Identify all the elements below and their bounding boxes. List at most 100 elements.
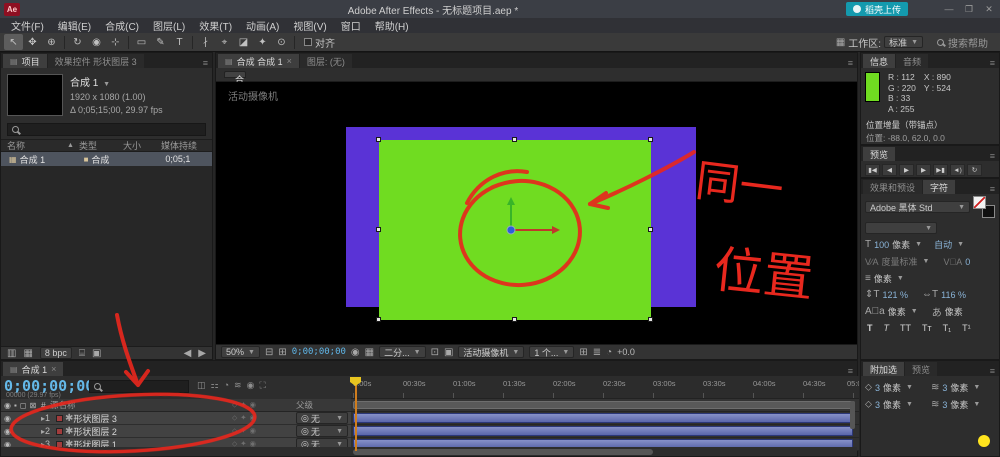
extra-value-cell[interactable]: ≋ 3 像素 ▼	[931, 381, 995, 394]
layer-name[interactable]: 形状图层 2	[73, 425, 232, 438]
label-color-chip[interactable]	[56, 415, 63, 422]
tab-effects-presets[interactable]: 效果和预设	[863, 180, 922, 194]
font-size-value[interactable]: 100	[874, 240, 889, 250]
menu-view[interactable]: 视图(V)	[286, 18, 333, 33]
selection-handle[interactable]	[648, 317, 653, 322]
faux-italic-button[interactable]: T	[882, 323, 892, 333]
breadcrumb[interactable]: 合成 1	[224, 71, 246, 78]
parent-header[interactable]: 父级	[296, 399, 351, 411]
extra-value-cell[interactable]: ≋ 3 像素 ▼	[931, 398, 995, 411]
maximize-button[interactable]: ❐	[962, 4, 976, 15]
menu-edit[interactable]: 编辑(E)	[51, 18, 98, 33]
menu-file[interactable]: 文件(F)	[4, 18, 51, 33]
subscript-button[interactable]: T₁	[941, 323, 954, 333]
panel-menu-icon[interactable]: ≡	[844, 366, 857, 376]
minimize-button[interactable]: —	[942, 4, 956, 14]
tab-info[interactable]: 信息	[863, 54, 895, 68]
align-checkbox[interactable]	[304, 38, 312, 46]
panel-menu-icon[interactable]: ≡	[986, 151, 999, 161]
eye-icon[interactable]: ◉	[4, 427, 11, 436]
small-caps-button[interactable]: Tт	[920, 323, 934, 333]
resolution-select[interactable]: 二分...▼	[379, 346, 425, 358]
puppet-pin-tool[interactable]: ⊙	[272, 34, 291, 50]
horizontal-scale-value[interactable]: 116 %	[941, 290, 966, 300]
vertical-scale-value[interactable]: 121 %	[883, 290, 909, 300]
leading-value[interactable]: 自动	[934, 238, 952, 251]
tab-extra-options[interactable]: 附加选	[863, 362, 904, 376]
zoom-tool[interactable]: ⊕	[42, 34, 61, 50]
close-tab-icon[interactable]: ×	[51, 364, 56, 374]
layer-row-left[interactable]: ◉ ▸ 2 ✱ 形状图层 2 ⬦✦◉ ◎ 无 ▼	[1, 425, 351, 438]
frame-blending-icon[interactable]: ≋	[234, 380, 242, 391]
first-frame-button[interactable]: ▮◀	[865, 164, 880, 176]
motion-blur-icon[interactable]: ◉	[247, 380, 255, 391]
comp-viewport[interactable]: 活动摄像机	[216, 82, 857, 344]
last-frame-button[interactable]: ▶▮	[933, 164, 948, 176]
search-help-label[interactable]: 搜索帮助	[948, 35, 988, 50]
tab-layer-viewer[interactable]: 图层: (无)	[300, 54, 352, 68]
superscript-button[interactable]: T¹	[960, 323, 973, 333]
project-search-input[interactable]	[23, 125, 201, 134]
roi-icon[interactable]: ⊡	[431, 347, 439, 358]
fill-color-swatch[interactable]	[973, 196, 986, 209]
parent-select[interactable]: ◎ 无 ▼	[296, 412, 348, 424]
tracking-value[interactable]: 0	[965, 257, 970, 267]
composition-mini-flowchart-icon[interactable]: ◫	[197, 380, 206, 391]
tab-timeline-comp1[interactable]: ▤ 合成 1 ×	[3, 362, 63, 376]
selection-handle[interactable]	[376, 317, 381, 322]
time-ruler[interactable]: 0:00s 00:30s 01:00s 01:30s 02:00s 02:30s…	[351, 376, 859, 399]
layer-row-left[interactable]: ◉ ▸ 1 ✱ 形状图层 3 ⬦✦◉ ◎ 无 ▼	[1, 412, 351, 425]
clone-stamp-tool[interactable]: ⌖	[215, 34, 234, 50]
source-name-header[interactable]: 源名称	[50, 399, 232, 411]
sort-arrow-icon[interactable]: ▲	[67, 142, 79, 149]
project-row-comp1[interactable]: ▦ 合成 1 ■ 合成 0;05;1	[1, 152, 212, 166]
selection-handle[interactable]	[648, 227, 653, 232]
menu-effect[interactable]: 效果(T)	[192, 18, 239, 33]
fill-stroke-swatches[interactable]	[973, 196, 995, 218]
magnification-select[interactable]: 50%▼	[221, 346, 260, 358]
selection-tool[interactable]: ↖	[4, 34, 23, 50]
pan-behind-tool[interactable]: ⊹	[106, 34, 125, 50]
panel-menu-icon[interactable]: ≡	[986, 184, 999, 194]
tab-composition[interactable]: ▤ 合成 合成 1 ×	[218, 54, 299, 68]
eye-icon[interactable]: ◉	[4, 414, 11, 423]
close-button[interactable]: ✕	[982, 4, 996, 15]
scroll-left-icon[interactable]: ◀	[184, 348, 192, 359]
transparency-grid-icon[interactable]: ▣	[444, 347, 453, 358]
audio-toggle-button[interactable]: ◄)	[950, 164, 965, 176]
draft-3d-icon[interactable]: ⚏	[211, 380, 219, 391]
safe-zones-icon[interactable]: ⊟	[265, 347, 273, 358]
timeline-horizontal-scrollbar[interactable]	[353, 449, 653, 455]
folder-icon[interactable]: ⌸	[79, 348, 85, 359]
panel-menu-icon[interactable]: ≡	[844, 58, 857, 68]
layer-switches[interactable]: ⬦✦◉	[232, 413, 296, 423]
workspace-select[interactable]: 标准 ▼	[884, 36, 923, 48]
flowchart-icon[interactable]: ◔	[606, 347, 612, 358]
comp-thumbnail[interactable]	[7, 74, 63, 116]
menu-layer[interactable]: 图层(L)	[146, 18, 192, 33]
column-type[interactable]: 类型	[79, 139, 123, 152]
selection-handle[interactable]	[512, 137, 517, 142]
view-layout-select[interactable]: 1 个...▼	[529, 346, 574, 358]
all-caps-button[interactable]: TT	[898, 323, 913, 333]
faux-bold-button[interactable]: T	[865, 323, 875, 333]
loop-button[interactable]: ↻	[967, 164, 982, 176]
selection-handle[interactable]	[376, 227, 381, 232]
layer-duration-bar[interactable]	[353, 413, 853, 423]
kerning-value[interactable]: 度量标准	[882, 255, 918, 268]
project-search[interactable]	[7, 123, 206, 136]
label-color-chip[interactable]	[56, 428, 63, 435]
grid-icon[interactable]: ⊞	[278, 347, 286, 358]
layer-row[interactable]: ◉ ▸ 2 ✱ 形状图层 2 ⬦✦◉ ◎ 无 ▼	[1, 425, 859, 438]
pixel-aspect-icon[interactable]: ⊞	[579, 347, 587, 358]
rotation-tool[interactable]: ↻	[68, 34, 87, 50]
font-style-select[interactable]: ▼	[865, 222, 937, 234]
selection-handle[interactable]	[512, 317, 517, 322]
timeline-vertical-scrollbar[interactable]	[850, 401, 855, 429]
camera-select[interactable]: 活动摄像机▼	[458, 346, 524, 358]
hide-shy-layers-icon[interactable]: ◔	[224, 380, 229, 391]
tab-extra-preview[interactable]: 预览	[905, 362, 937, 376]
layer-name[interactable]: 形状图层 3	[73, 412, 232, 425]
font-family-select[interactable]: Adobe 黑体 Std ▼	[865, 201, 970, 213]
selection-handle[interactable]	[648, 137, 653, 142]
